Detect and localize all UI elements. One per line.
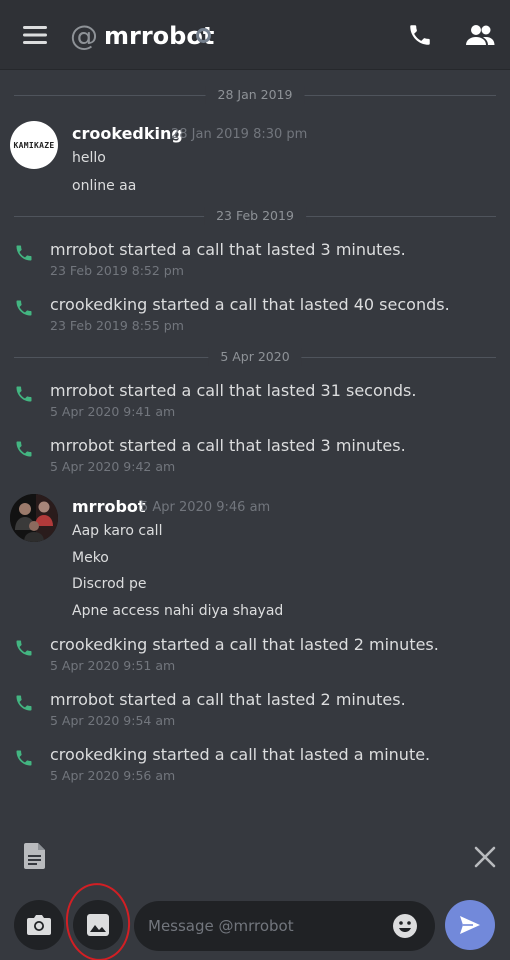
call-event: mrrobot started a call that lasted 3 min… — [0, 239, 510, 289]
document-icon[interactable] — [22, 842, 48, 870]
phone-icon[interactable] — [402, 17, 438, 53]
call-text: mrrobot started a call that lasted 3 min… — [50, 436, 406, 455]
call-timestamp: 23 Feb 2019 8:52 pm — [50, 263, 184, 278]
message-text: Apne access nahi diya shayad — [72, 603, 284, 619]
call-phone-icon — [16, 300, 32, 316]
call-phone-icon — [16, 245, 32, 261]
call-timestamp: 5 Apr 2020 9:56 am — [50, 768, 176, 783]
date-divider: 23 Feb 2019 — [14, 206, 496, 226]
call-event: crookedking started a call that lasted 4… — [0, 294, 510, 344]
send-button[interactable] — [445, 900, 495, 950]
call-text: crookedking started a call that lasted 2… — [50, 635, 439, 654]
date-divider-label: 5 Apr 2020 — [208, 348, 302, 366]
date-divider: 5 Apr 2020 — [14, 347, 496, 367]
camera-icon — [27, 915, 51, 935]
call-phone-icon — [16, 750, 32, 766]
at-icon: @ — [70, 19, 98, 52]
message-text: online aa — [72, 178, 137, 194]
emoji-icon[interactable] — [392, 913, 418, 939]
avatar-logo-text: KAMIKAZE — [13, 140, 55, 150]
call-phone-icon — [16, 640, 32, 656]
call-text: crookedking started a call that lasted a… — [50, 745, 431, 764]
avatar[interactable] — [10, 494, 58, 542]
call-timestamp: 5 Apr 2020 9:42 am — [50, 459, 176, 474]
message-author[interactable]: crookedking — [72, 124, 183, 144]
image-upload-button[interactable] — [73, 900, 123, 950]
status-indicator — [196, 28, 211, 43]
message-timestamp: 28 Jan 2019 8:30 pm — [171, 127, 308, 142]
avatar-photo — [10, 494, 58, 542]
call-event: crookedking started a call that lasted 2… — [0, 634, 510, 684]
call-timestamp: 5 Apr 2020 9:41 am — [50, 404, 176, 419]
attachment-bar — [0, 836, 510, 876]
menu-icon[interactable] — [17, 17, 53, 53]
call-phone-icon — [16, 441, 32, 457]
send-icon — [460, 916, 480, 934]
call-event: crookedking started a call that lasted a… — [0, 744, 510, 794]
date-divider: 28 Jan 2019 — [14, 85, 496, 105]
call-event: mrrobot started a call that lasted 3 min… — [0, 435, 510, 485]
call-event: mrrobot started a call that lasted 2 min… — [0, 689, 510, 739]
call-event: mrrobot started a call that lasted 31 se… — [0, 380, 510, 430]
call-phone-icon — [16, 695, 32, 711]
call-text: mrrobot started a call that lasted 31 se… — [50, 381, 417, 400]
call-text: mrrobot started a call that lasted 2 min… — [50, 690, 406, 709]
close-icon[interactable] — [472, 844, 498, 870]
camera-button[interactable] — [14, 900, 64, 950]
header: @ mrrobot — [0, 0, 510, 70]
call-text: mrrobot started a call that lasted 3 min… — [50, 240, 406, 259]
image-icon — [87, 914, 109, 936]
message-timestamp: 5 Apr 2020 9:46 am — [140, 500, 271, 515]
message-text: hello — [72, 150, 106, 166]
call-timestamp: 5 Apr 2020 9:54 am — [50, 713, 176, 728]
message-text: Meko — [72, 550, 109, 566]
call-timestamp: 5 Apr 2020 9:51 am — [50, 658, 176, 673]
message-composer — [0, 879, 510, 960]
message-input-container[interactable] — [134, 901, 435, 951]
members-icon[interactable] — [462, 17, 498, 53]
message-text: Discrod pe — [72, 576, 147, 592]
date-divider-label: 23 Feb 2019 — [204, 207, 306, 225]
call-text: crookedking started a call that lasted 4… — [50, 295, 450, 314]
message-input[interactable] — [148, 901, 378, 951]
message-text: Aap karo call — [72, 523, 163, 539]
date-divider-label: 28 Jan 2019 — [205, 86, 305, 104]
call-phone-icon — [16, 386, 32, 402]
call-timestamp: 23 Feb 2019 8:55 pm — [50, 318, 184, 333]
avatar[interactable]: KAMIKAZE — [10, 121, 58, 169]
message-author[interactable]: mrrobot — [72, 497, 146, 517]
